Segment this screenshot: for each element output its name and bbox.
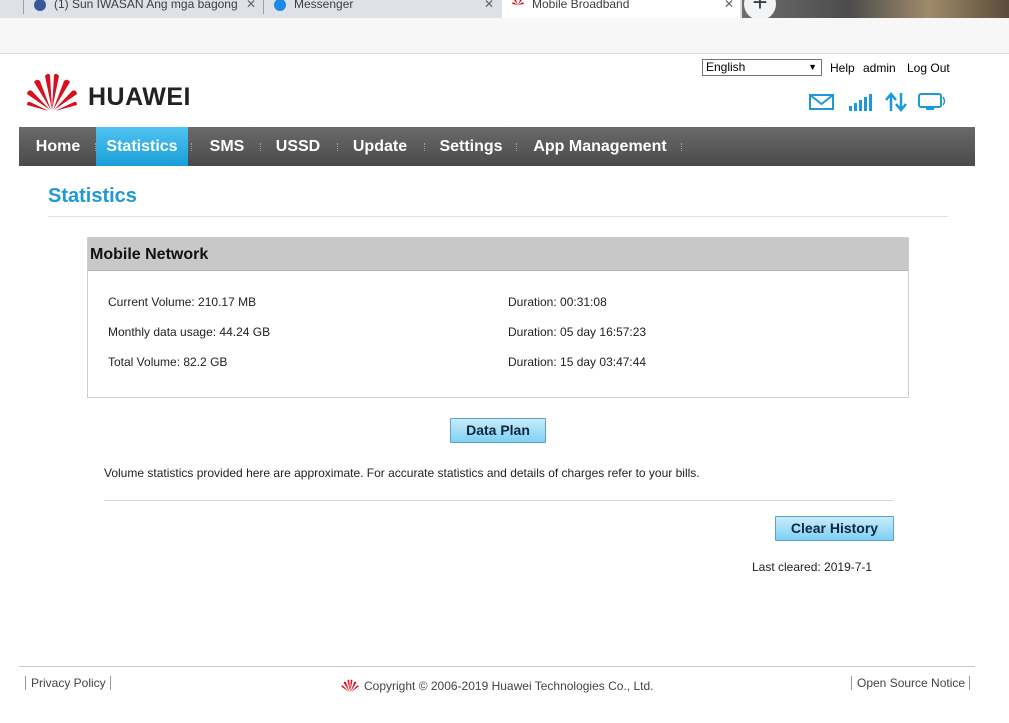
nav-home[interactable]: Home xyxy=(22,127,94,166)
admin-link[interactable]: admin xyxy=(863,61,896,75)
logout-link[interactable]: Log Out xyxy=(907,61,950,75)
nav-statistics[interactable]: Statistics xyxy=(96,127,188,166)
messenger-favicon-icon xyxy=(274,0,286,11)
nav-sms[interactable]: SMS xyxy=(195,127,259,166)
tab-close-icon[interactable]: ✕ xyxy=(724,0,734,14)
nav-settings[interactable]: Settings xyxy=(429,127,513,166)
mobile-network-panel: Mobile Network Current Volume: 210.17 MB… xyxy=(87,237,909,398)
browser-tab-mobile-broadband[interactable]: Mobile Broadband ✕ xyxy=(502,0,740,18)
footer-separator xyxy=(110,676,111,690)
facebook-favicon-icon xyxy=(34,0,46,11)
total-duration: Duration: 15 day 03:47:44 xyxy=(508,355,647,369)
footer-separator xyxy=(969,676,970,690)
browser-tab-messenger[interactable]: Messenger ✕ xyxy=(264,0,500,18)
title-divider xyxy=(48,216,948,217)
tab-close-icon[interactable]: ✕ xyxy=(484,0,494,14)
page-title: Statistics xyxy=(48,185,137,207)
monitor-icon xyxy=(918,93,946,110)
nav-separator xyxy=(424,143,426,151)
nav-update[interactable]: Update xyxy=(341,127,419,166)
data-plan-button[interactable]: Data Plan xyxy=(450,418,546,443)
footer-divider xyxy=(19,666,975,667)
nav-separator xyxy=(516,143,518,151)
chevron-down-icon: ▼ xyxy=(808,62,817,72)
volume-note: Volume statistics provided here are appr… xyxy=(104,466,700,480)
clear-history-button[interactable]: Clear History xyxy=(775,516,894,541)
huawei-logo-small-icon xyxy=(341,679,359,692)
current-duration: Duration: 00:31:08 xyxy=(508,295,607,309)
open-source-notice-link[interactable]: Open Source Notice xyxy=(857,676,965,690)
total-volume: Total Volume: 82.2 GB xyxy=(108,355,228,369)
note-divider xyxy=(104,500,894,501)
language-select[interactable]: English ▼ xyxy=(702,59,822,76)
language-value: English xyxy=(706,60,746,74)
footer-separator xyxy=(851,676,852,690)
browser-toolbar xyxy=(0,18,1009,54)
panel-title: Mobile Network xyxy=(90,246,209,263)
envelope-icon[interactable] xyxy=(809,92,835,112)
browser-tab-facebook[interactable]: (1) Sun IWASAN Ang mga bagong ✕ xyxy=(24,0,262,18)
copyright-text: Copyright © 2006-2019 Huawei Technologie… xyxy=(364,679,654,693)
last-cleared-text: Last cleared: 2019-7-1 xyxy=(752,560,873,574)
panel-header: Mobile Network xyxy=(88,238,908,271)
footer-separator xyxy=(25,676,26,690)
window-background xyxy=(742,0,1009,18)
tab-close-icon[interactable]: ✕ xyxy=(246,0,256,14)
nav-separator xyxy=(191,143,193,151)
nav-separator xyxy=(337,143,339,151)
nav-app-management[interactable]: App Management xyxy=(522,127,678,166)
nav-separator xyxy=(681,143,683,151)
huawei-logo-icon xyxy=(27,73,77,111)
tab-title: Mobile Broadband xyxy=(532,0,630,11)
current-volume: Current Volume: 210.17 MB xyxy=(108,295,257,309)
new-tab-button[interactable]: + xyxy=(744,0,776,18)
tab-title: Messenger xyxy=(294,0,354,11)
browser-tab-strip: (1) Sun IWASAN Ang mga bagong ✕ Messenge… xyxy=(0,0,1009,18)
huawei-favicon-icon xyxy=(512,0,524,5)
data-transfer-icon xyxy=(885,92,907,112)
brand-name: HUAWEI xyxy=(88,83,191,111)
tab-title: (1) Sun IWASAN Ang mga bagong xyxy=(54,0,238,11)
nav-ussd[interactable]: USSD xyxy=(264,127,332,166)
nav-separator xyxy=(260,143,262,151)
signal-icon xyxy=(849,94,872,111)
privacy-policy-link[interactable]: Privacy Policy xyxy=(31,676,106,690)
monthly-duration: Duration: 05 day 16:57:23 xyxy=(508,325,647,339)
help-link[interactable]: Help xyxy=(830,61,855,75)
main-nav: Home Statistics SMS USSD Update Settings… xyxy=(19,127,975,166)
monthly-usage: Monthly data usage: 44.24 GB xyxy=(108,325,271,339)
